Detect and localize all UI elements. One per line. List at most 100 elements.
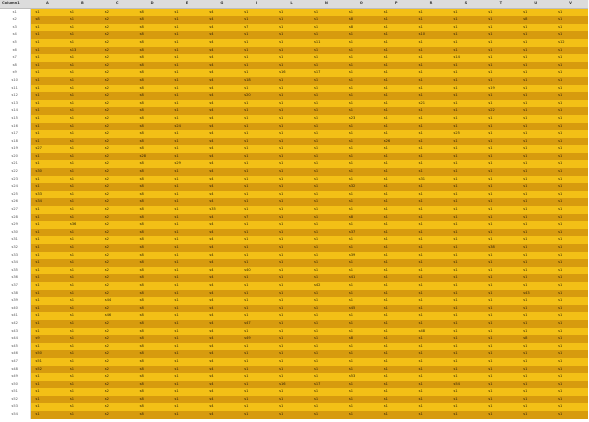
table-cell[interactable]: s1 bbox=[274, 99, 309, 108]
table-cell[interactable]: s1 bbox=[343, 76, 379, 85]
table-cell[interactable]: s1 bbox=[274, 395, 309, 404]
table-cell[interactable]: s1 bbox=[64, 251, 100, 260]
table-cell[interactable]: s1 bbox=[378, 266, 414, 275]
table-cell[interactable]: s1 bbox=[343, 198, 379, 207]
table-cell[interactable]: s8 bbox=[134, 350, 170, 358]
table-cell[interactable]: s4 bbox=[204, 16, 240, 24]
table-cell[interactable]: s1 bbox=[378, 99, 414, 108]
table-cell[interactable]: s1 bbox=[64, 54, 100, 62]
table-cell[interactable]: s1 bbox=[343, 259, 379, 267]
table-cell[interactable]: s1 bbox=[378, 213, 414, 222]
table-cell[interactable]: s1 bbox=[483, 31, 519, 39]
table-cell[interactable]: s1 bbox=[343, 388, 379, 396]
table-cell[interactable]: s1 bbox=[274, 319, 309, 328]
table-cell[interactable]: s4 bbox=[204, 274, 240, 282]
table-cell[interactable]: s1 bbox=[274, 228, 309, 237]
table-cell[interactable]: s4 bbox=[204, 327, 240, 336]
table-cell[interactable]: s1 bbox=[553, 69, 588, 77]
table-cell[interactable]: s1 bbox=[309, 373, 344, 381]
row-header[interactable]: s14 bbox=[0, 107, 31, 115]
table-cell[interactable]: s1 bbox=[343, 244, 379, 252]
table-cell[interactable]: s1 bbox=[239, 38, 275, 47]
table-cell[interactable]: s8 bbox=[134, 319, 170, 328]
table-cell[interactable]: s2 bbox=[99, 403, 135, 412]
table-cell[interactable]: s1 bbox=[274, 206, 309, 214]
table-cell[interactable]: s1 bbox=[239, 99, 275, 108]
table-cell[interactable]: s1 bbox=[169, 145, 205, 153]
table-cell[interactable]: s1 bbox=[169, 38, 205, 47]
table-cell[interactable]: s1 bbox=[483, 395, 519, 404]
table-cell[interactable]: s1 bbox=[30, 160, 65, 169]
table-cell[interactable]: s1 bbox=[343, 236, 379, 244]
table-cell[interactable]: s1 bbox=[518, 69, 554, 77]
table-cell[interactable]: s8 bbox=[134, 251, 170, 260]
table-cell[interactable]: s1 bbox=[448, 244, 484, 252]
table-cell[interactable]: s8 bbox=[134, 183, 170, 191]
table-cell[interactable]: s8 bbox=[134, 69, 170, 77]
table-cell[interactable]: s1 bbox=[413, 289, 449, 298]
table-cell[interactable]: s1 bbox=[343, 137, 379, 146]
table-cell[interactable]: s1 bbox=[169, 168, 205, 176]
table-cell[interactable]: s1 bbox=[309, 350, 344, 358]
table-cell[interactable]: s1 bbox=[378, 281, 414, 290]
table-cell[interactable]: s1 bbox=[413, 403, 449, 412]
table-cell[interactable]: s1 bbox=[239, 8, 275, 17]
table-cell[interactable]: s1 bbox=[309, 76, 344, 85]
table-cell[interactable]: s1 bbox=[64, 304, 100, 313]
table-cell[interactable]: s1 bbox=[518, 297, 554, 305]
table-cell[interactable]: s1 bbox=[378, 304, 414, 313]
table-cell[interactable]: s1 bbox=[274, 8, 309, 17]
table-cell[interactable]: s1 bbox=[309, 395, 344, 404]
row-header[interactable]: s29 bbox=[0, 221, 31, 229]
table-cell[interactable]: s1 bbox=[553, 319, 588, 328]
table-cell[interactable]: s1 bbox=[30, 213, 65, 222]
row-header[interactable]: s31 bbox=[0, 236, 31, 244]
table-cell[interactable]: s1 bbox=[169, 251, 205, 260]
table-cell[interactable]: s1 bbox=[448, 160, 484, 169]
table-cell[interactable]: s1 bbox=[64, 335, 100, 343]
table-cell[interactable]: s1 bbox=[448, 221, 484, 229]
table-cell[interactable]: s1 bbox=[343, 84, 379, 93]
row-header[interactable]: s35 bbox=[0, 266, 31, 275]
table-cell[interactable]: s4 bbox=[204, 198, 240, 207]
table-cell[interactable]: s1 bbox=[413, 350, 449, 358]
table-cell[interactable]: s1 bbox=[483, 289, 519, 298]
table-cell[interactable]: s1 bbox=[553, 92, 588, 100]
table-cell[interactable]: s1 bbox=[274, 274, 309, 282]
table-cell[interactable]: s1 bbox=[239, 46, 275, 55]
table-cell[interactable]: s1 bbox=[64, 84, 100, 93]
table-cell[interactable]: s4 bbox=[204, 69, 240, 77]
table-cell[interactable]: s8 bbox=[134, 160, 170, 169]
table-cell[interactable]: s8 bbox=[134, 16, 170, 24]
table-cell[interactable]: s8 bbox=[134, 137, 170, 146]
table-cell[interactable]: s1 bbox=[378, 274, 414, 282]
table-cell[interactable]: s4 bbox=[204, 213, 240, 222]
table-cell[interactable]: s1 bbox=[483, 357, 519, 366]
table-cell[interactable]: s1 bbox=[239, 160, 275, 169]
row-header[interactable]: s28 bbox=[0, 213, 31, 222]
table-cell[interactable]: s17 bbox=[309, 380, 344, 389]
table-cell[interactable]: s8 bbox=[134, 312, 170, 320]
table-cell[interactable]: s1 bbox=[64, 289, 100, 298]
table-cell[interactable]: s2 bbox=[99, 76, 135, 85]
table-cell[interactable]: s1 bbox=[518, 357, 554, 366]
row-header[interactable]: s17 bbox=[0, 130, 31, 138]
table-cell[interactable]: s2 bbox=[99, 380, 135, 389]
row-header[interactable]: s9 bbox=[0, 69, 31, 77]
table-cell[interactable]: s1 bbox=[343, 145, 379, 153]
table-cell[interactable]: s16 bbox=[274, 380, 309, 389]
column-header[interactable]: E bbox=[169, 0, 205, 9]
table-cell[interactable]: s1 bbox=[239, 228, 275, 237]
table-cell[interactable]: s4 bbox=[204, 23, 240, 32]
table-cell[interactable]: s4 bbox=[204, 236, 240, 244]
table-cell[interactable]: s1 bbox=[448, 69, 484, 77]
table-cell[interactable]: s4 bbox=[204, 92, 240, 100]
table-cell[interactable]: s2 bbox=[99, 23, 135, 32]
table-cell[interactable]: s1 bbox=[309, 198, 344, 207]
table-cell[interactable]: s1 bbox=[378, 198, 414, 207]
table-cell[interactable]: s1 bbox=[274, 76, 309, 85]
table-cell[interactable]: s1 bbox=[274, 114, 309, 123]
table-cell[interactable]: s1 bbox=[169, 8, 205, 17]
table-cell[interactable]: s1 bbox=[448, 236, 484, 244]
table-cell[interactable]: s2 bbox=[99, 92, 135, 100]
